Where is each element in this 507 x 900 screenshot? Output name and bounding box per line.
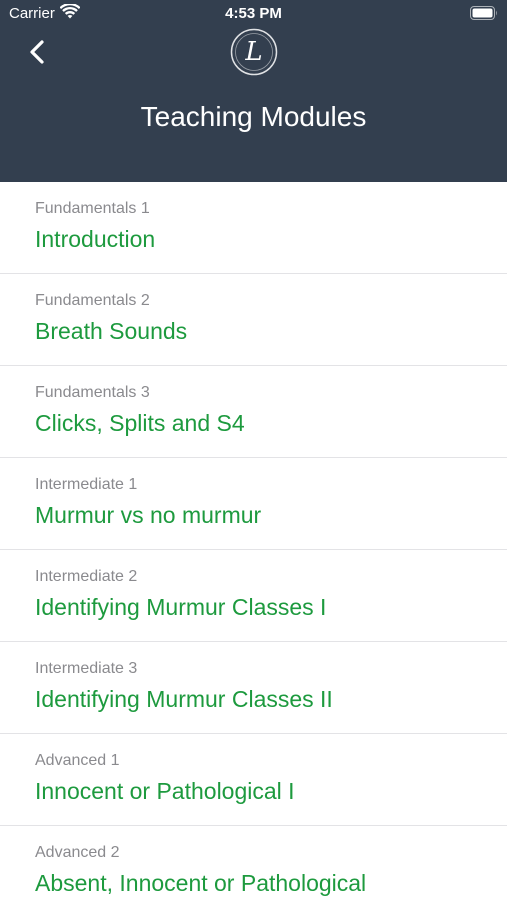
module-level: Fundamentals 3: [35, 384, 150, 401]
list-item[interactable]: Fundamentals 3 Clicks, Splits and S4: [0, 366, 507, 458]
module-title: Clicks, Splits and S4: [35, 410, 245, 436]
list-item[interactable]: Fundamentals 2 Breath Sounds: [0, 274, 507, 366]
list-item[interactable]: Fundamentals 1 Introduction: [0, 182, 507, 274]
module-title: Introduction: [35, 226, 156, 252]
back-button[interactable]: [22, 36, 54, 68]
logo-letter: L: [244, 37, 262, 67]
module-title: Identifying Murmur Classes II: [35, 686, 333, 712]
module-level: Fundamentals 2: [35, 292, 150, 309]
module-title: Identifying Murmur Classes I: [35, 594, 327, 620]
list-item[interactable]: Intermediate 1 Murmur vs no murmur: [0, 458, 507, 550]
list-item[interactable]: Intermediate 3 Identifying Murmur Classe…: [0, 642, 507, 734]
module-title: Absent, Innocent or Pathological: [35, 870, 367, 896]
module-level: Intermediate 1: [35, 476, 138, 493]
status-bar: Carrier 4:53 PM: [0, 0, 507, 28]
module-list: Fundamentals 1 Introduction Fundamentals…: [0, 182, 507, 900]
module-level: Advanced 1: [35, 752, 120, 769]
module-title: Breath Sounds: [35, 318, 188, 344]
module-title: Murmur vs no murmur: [35, 502, 262, 528]
module-level: Intermediate 3: [35, 660, 138, 677]
nav-header: Carrier 4:53 PM L Teaching Modules: [0, 0, 507, 182]
module-level: Advanced 2: [35, 844, 120, 861]
status-time: 4:53 PM: [225, 5, 282, 22]
module-level: Fundamentals 1: [35, 200, 150, 217]
list-item[interactable]: Advanced 2 Absent, Innocent or Pathologi…: [0, 826, 507, 900]
chevron-left-icon: [22, 40, 54, 72]
page-title: Teaching Modules: [140, 101, 367, 132]
list-item[interactable]: Advanced 1 Innocent or Pathological I: [0, 734, 507, 826]
brand-logo: L: [230, 28, 278, 76]
module-title: Innocent or Pathological I: [35, 778, 295, 804]
module-level: Intermediate 2: [35, 568, 138, 585]
list-item[interactable]: Intermediate 2 Identifying Murmur Classe…: [0, 550, 507, 642]
battery-icon: [470, 6, 498, 20]
